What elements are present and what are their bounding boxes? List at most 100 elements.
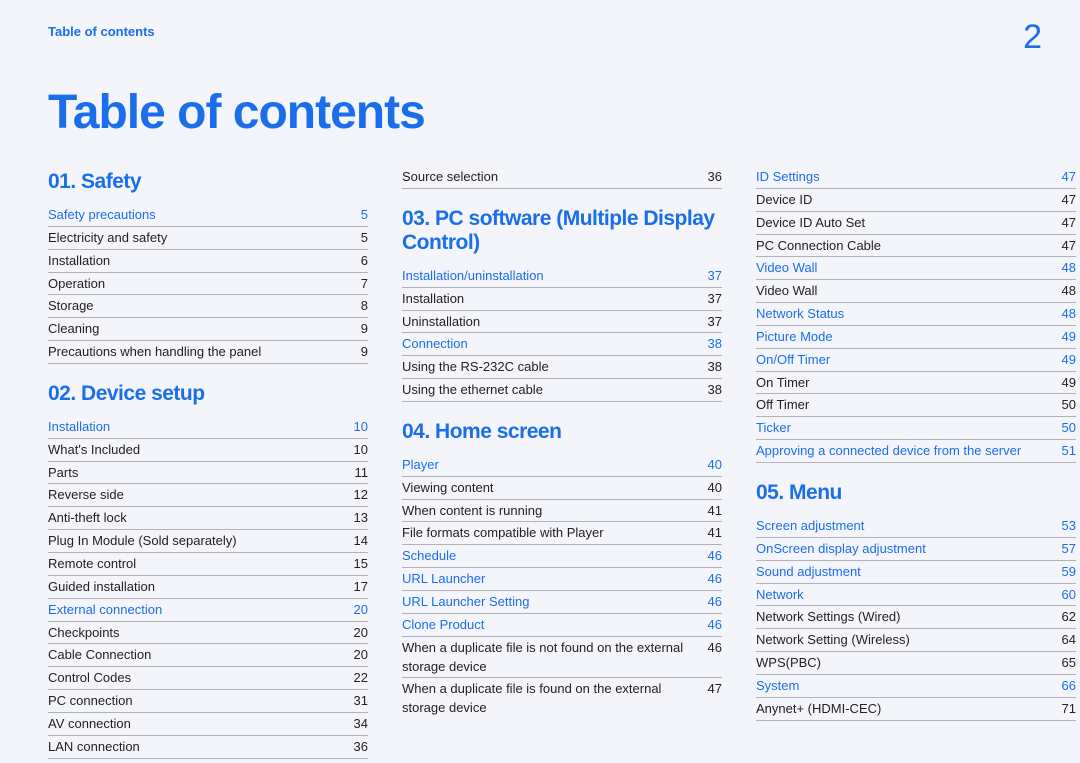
toc-label: Sound adjustment [756, 563, 1062, 582]
toc-row[interactable]: Installation37 [402, 288, 722, 311]
toc-heading-row[interactable]: ID Settings47 [756, 166, 1076, 189]
toc-heading-row[interactable]: On/Off Timer49 [756, 349, 1076, 372]
toc-row[interactable]: Network Setting (Wireless)64 [756, 629, 1076, 652]
toc-row[interactable]: Anynet+ (HDMI-CEC)71 [756, 698, 1076, 721]
toc-row[interactable]: Installation6 [48, 250, 368, 273]
header: Table of contents 2 [48, 18, 1042, 57]
toc-row[interactable]: Device ID47 [756, 189, 1076, 212]
toc-page: 49 [1062, 328, 1076, 347]
toc-heading-row[interactable]: Approving a connected device from the se… [756, 440, 1076, 463]
section-title[interactable]: 03. PC software (Multiple Display Contro… [402, 207, 722, 255]
toc-row[interactable]: When a duplicate file is found on the ex… [402, 678, 722, 719]
toc-label: Approving a connected device from the se… [756, 442, 1062, 461]
toc-heading-row[interactable]: Safety precautions5 [48, 204, 368, 227]
spacer [402, 189, 722, 203]
toc-label: PC Connection Cable [756, 237, 1062, 256]
toc-row[interactable]: Off Timer50 [756, 394, 1076, 417]
toc-label: Checkpoints [48, 624, 354, 643]
toc-page: 46 [708, 547, 722, 566]
toc-row[interactable]: Using the RS-232C cable38 [402, 356, 722, 379]
toc-label: Precautions when handling the panel [48, 343, 361, 362]
toc-row[interactable]: Storage8 [48, 295, 368, 318]
toc-row[interactable]: Remote control15 [48, 553, 368, 576]
toc-row[interactable]: Parts11 [48, 462, 368, 485]
section-title[interactable]: 01. Safety [48, 170, 368, 194]
toc-heading-row[interactable]: System66 [756, 675, 1076, 698]
toc-row[interactable]: Anti-theft lock13 [48, 507, 368, 530]
toc-page: 37 [708, 267, 722, 286]
toc-row[interactable]: Reverse side12 [48, 484, 368, 507]
toc-column: 01. Safety Safety precautions5Electricity… [48, 166, 368, 759]
toc-row[interactable]: Network Settings (Wired)62 [756, 606, 1076, 629]
toc-page: 47 [1062, 168, 1076, 187]
toc-row[interactable]: Source selection36 [402, 166, 722, 189]
toc-heading-row[interactable]: Ticker50 [756, 417, 1076, 440]
toc-row[interactable]: PC Connection Cable47 [756, 235, 1076, 258]
toc-label: Picture Mode [756, 328, 1062, 347]
toc-heading-row[interactable]: Installation10 [48, 416, 368, 439]
toc-row[interactable]: Cleaning9 [48, 318, 368, 341]
breadcrumb[interactable]: Table of contents [48, 18, 155, 39]
toc-heading-row[interactable]: URL Launcher46 [402, 568, 722, 591]
toc-row[interactable]: When content is running41 [402, 500, 722, 523]
toc-heading-row[interactable]: Network60 [756, 584, 1076, 607]
toc-heading-row[interactable]: Clone Product46 [402, 614, 722, 637]
toc-row[interactable]: When a duplicate file is not found on th… [402, 637, 722, 679]
toc-row[interactable]: Precautions when handling the panel9 [48, 341, 368, 364]
toc-row[interactable]: What's Included10 [48, 439, 368, 462]
toc-page: 60 [1062, 586, 1076, 605]
toc-label: ID Settings [756, 168, 1062, 187]
toc-page: 47 [1062, 214, 1076, 233]
toc-heading-row[interactable]: Video Wall48 [756, 257, 1076, 280]
section-title[interactable]: 02. Device setup [48, 382, 368, 406]
toc-row[interactable]: Plug In Module (Sold separately)14 [48, 530, 368, 553]
toc-label: Device ID [756, 191, 1062, 210]
toc-page: 49 [1062, 351, 1076, 370]
toc-heading-row[interactable]: URL Launcher Setting46 [402, 591, 722, 614]
toc-row[interactable]: Control Codes22 [48, 667, 368, 690]
page-title: Table of contents [48, 85, 1042, 140]
toc-row[interactable]: WPS(PBC)65 [756, 652, 1076, 675]
toc-row[interactable]: LAN connection36 [48, 736, 368, 759]
toc-label: Remote control [48, 555, 354, 574]
toc-heading-row[interactable]: Connection38 [402, 333, 722, 356]
section-title[interactable]: 04. Home screen [402, 420, 722, 444]
toc-heading-row[interactable]: Picture Mode49 [756, 326, 1076, 349]
toc-row[interactable]: Electricity and safety5 [48, 227, 368, 250]
toc-row[interactable]: Operation7 [48, 273, 368, 296]
section-title[interactable]: 05. Menu [756, 481, 1076, 505]
toc-page: 37 [708, 313, 722, 332]
toc-label: Off Timer [756, 396, 1062, 415]
toc-row[interactable]: Checkpoints20 [48, 622, 368, 645]
toc-column: Source selection36 03. PC software (Multi… [402, 166, 722, 759]
toc-page: 47 [708, 680, 722, 699]
toc-label: Source selection [402, 168, 708, 187]
toc-label: Clone Product [402, 616, 708, 635]
toc-heading-row[interactable]: Sound adjustment59 [756, 561, 1076, 584]
toc-row[interactable]: Using the ethernet cable38 [402, 379, 722, 402]
toc-label: Operation [48, 275, 361, 294]
toc-row[interactable]: Cable Connection20 [48, 644, 368, 667]
toc-heading-row[interactable]: External connection20 [48, 599, 368, 622]
toc-row[interactable]: Uninstallation37 [402, 311, 722, 334]
toc-row[interactable]: Video Wall48 [756, 280, 1076, 303]
toc-row[interactable]: On Timer49 [756, 372, 1076, 395]
toc-row[interactable]: Device ID Auto Set47 [756, 212, 1076, 235]
toc-heading-row[interactable]: Network Status48 [756, 303, 1076, 326]
toc-page: 34 [354, 715, 368, 734]
toc-page: 46 [708, 570, 722, 589]
toc-row[interactable]: Viewing content40 [402, 477, 722, 500]
toc-heading-row[interactable]: Installation/uninstallation37 [402, 265, 722, 288]
toc-page: 57 [1062, 540, 1076, 559]
toc-heading-row[interactable]: Schedule46 [402, 545, 722, 568]
toc-heading-row[interactable]: OnScreen display adjustment57 [756, 538, 1076, 561]
toc-page: 40 [708, 456, 722, 475]
toc-row[interactable]: PC connection31 [48, 690, 368, 713]
toc-heading-row[interactable]: Player40 [402, 454, 722, 477]
toc-row[interactable]: Guided installation17 [48, 576, 368, 599]
toc-row[interactable]: File formats compatible with Player41 [402, 522, 722, 545]
toc-heading-row[interactable]: Screen adjustment53 [756, 515, 1076, 538]
toc-row[interactable]: AV connection34 [48, 713, 368, 736]
toc-page: 41 [708, 524, 722, 543]
toc-page: 59 [1062, 563, 1076, 582]
